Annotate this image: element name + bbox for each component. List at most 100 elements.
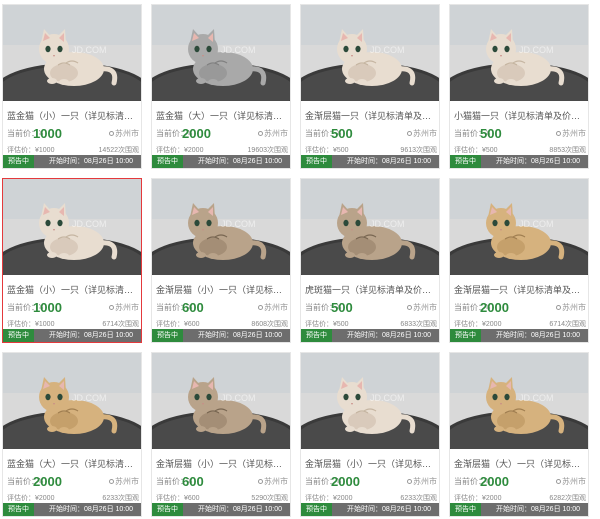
product-image[interactable]: JD.COM: [450, 5, 588, 101]
product-title[interactable]: 金渐层猫（小）一只（详见标清单及价格说明）: [156, 457, 288, 470]
product-image[interactable]: JD.COM: [450, 179, 588, 275]
status-bar: 预告中 开始时间：08月26日 10:00: [3, 503, 141, 516]
start-time: 开始时间：08月26日 10:00: [496, 332, 581, 339]
current-price: 500: [331, 126, 353, 141]
product-image[interactable]: JD.COM: [450, 353, 588, 449]
status-bar: 预告中 开始时间：08月26日 10:00: [3, 329, 141, 342]
view-count: 6714次围观: [549, 321, 586, 328]
product-card[interactable]: JD.COM 金渐层猫（小）一只（详见标清单及价格说明） 当前价：¥ 600 苏…: [151, 178, 291, 343]
product-title[interactable]: 蓝金猫（小）一只（详见标清单及价格说明）: [7, 109, 139, 122]
meta-row: 评估价：¥500 9613次围观: [305, 145, 437, 155]
status-badge: 预告中: [3, 503, 34, 516]
view-count: 8608次围观: [251, 321, 288, 328]
product-title[interactable]: 蓝金猫（小）一只（详见标清单及价格说明）: [7, 283, 139, 296]
location-text: 苏州市: [115, 129, 139, 138]
svg-text:JD.COM: JD.COM: [221, 219, 256, 229]
start-time: 开始时间：08月26日 10:00: [347, 332, 432, 339]
product-card[interactable]: JD.COM 小猫猫一只（详见标清单及价格说明） 当前价：¥ 500 苏州市 评…: [449, 4, 589, 169]
product-title[interactable]: 金渐层猫一只（详见标清单及价格说明）: [305, 109, 437, 122]
product-card[interactable]: JD.COM 金渐层猫一只（详见标清单及价格说明） 当前价：¥ 2000 苏州市…: [449, 178, 589, 343]
cat-photo: JD.COM: [301, 179, 439, 275]
price-row: 当前价：¥ 2000 苏州市: [454, 297, 586, 315]
location-text: 苏州市: [115, 303, 139, 312]
start-time: 开始时间：08月26日 10:00: [198, 158, 283, 165]
product-title[interactable]: 虎斑猫一只（详见标清单及价格说明）: [305, 283, 437, 296]
cat-photo: JD.COM: [450, 5, 588, 101]
view-count: 6233次围观: [400, 495, 437, 502]
cat-photo: JD.COM: [301, 5, 439, 101]
current-price: 1000: [33, 300, 62, 315]
svg-text:JD.COM: JD.COM: [221, 45, 256, 55]
cat-photo: JD.COM: [3, 353, 141, 449]
product-title[interactable]: 蓝金猫（大）一只（详见标清单及价格说明）: [7, 457, 139, 470]
price-row: 当前价：¥ 600 苏州市: [156, 471, 288, 489]
location-pin-icon: [556, 305, 561, 310]
current-price: 600: [182, 474, 204, 489]
view-count: 6233次围观: [102, 495, 139, 502]
price-row: 当前价：¥ 2000 苏州市: [156, 123, 288, 141]
product-title[interactable]: 金渐层猫（小）一只（详见标清单及价格说明）: [156, 283, 288, 296]
cat-photo: JD.COM: [152, 5, 290, 101]
product-grid: JD.COM 蓝金猫（小）一只（详见标清单及价格说明） 当前价：¥ 1000 苏…: [0, 0, 600, 519]
current-price: 2000: [182, 126, 211, 141]
product-title[interactable]: 小猫猫一只（详见标清单及价格说明）: [454, 109, 586, 122]
location-text: 苏州市: [264, 303, 288, 312]
status-bar: 预告中 开始时间：08月26日 10:00: [450, 329, 588, 342]
product-image[interactable]: JD.COM: [152, 5, 290, 101]
product-image[interactable]: JD.COM: [301, 5, 439, 101]
start-time: 开始时间：08月26日 10:00: [49, 506, 134, 513]
product-card[interactable]: JD.COM 虎斑猫一只（详见标清单及价格说明） 当前价：¥ 500 苏州市 评…: [300, 178, 440, 343]
product-card[interactable]: JD.COM 蓝金猫（小）一只（详见标清单及价格说明） 当前价：¥ 1000 苏…: [2, 4, 142, 169]
cat-photo: JD.COM: [301, 353, 439, 449]
estimate-price: 评估价：¥2000: [156, 147, 204, 154]
product-card[interactable]: JD.COM 金渐层猫（大）一只（详见标清单及价格说明） 当前价：¥ 2000 …: [449, 352, 589, 517]
location-text: 苏州市: [115, 477, 139, 486]
product-card[interactable]: JD.COM 蓝金猫（小）一只（详见标清单及价格说明） 当前价：¥ 1000 苏…: [2, 178, 142, 343]
meta-row: 评估价：¥1000 14522次围观: [7, 145, 139, 155]
start-time: 开始时间：08月26日 10:00: [198, 332, 283, 339]
start-time: 开始时间：08月26日 10:00: [496, 506, 581, 513]
location-pin-icon: [407, 479, 412, 484]
location-pin-icon: [109, 305, 114, 310]
product-title[interactable]: 金渐层猫（小）一只（详见标清单及价格说明）: [305, 457, 437, 470]
estimate-price: 评估价：¥600: [156, 321, 200, 328]
status-badge: 预告中: [301, 329, 332, 342]
product-image[interactable]: JD.COM: [3, 179, 141, 275]
product-card[interactable]: JD.COM 金渐层猫（小）一只（详见标清单及价格说明） 当前价：¥ 2000 …: [300, 352, 440, 517]
current-price: 2000: [33, 474, 62, 489]
product-title[interactable]: 金渐层猫一只（详见标清单及价格说明）: [454, 283, 586, 296]
product-title[interactable]: 金渐层猫（大）一只（详见标清单及价格说明）: [454, 457, 586, 470]
estimate-price: 评估价：¥500: [305, 321, 349, 328]
product-image[interactable]: JD.COM: [152, 179, 290, 275]
location: 苏州市: [556, 302, 586, 313]
status-bar: 预告中 开始时间：08月26日 10:00: [152, 155, 290, 168]
meta-row: 评估价：¥2000 6714次围观: [454, 319, 586, 329]
location-text: 苏州市: [413, 477, 437, 486]
location: 苏州市: [109, 302, 139, 313]
product-image[interactable]: JD.COM: [3, 5, 141, 101]
meta-row: 评估价：¥600 5290次围观: [156, 493, 288, 503]
status-bar: 预告中 开始时间：08月26日 10:00: [301, 503, 439, 516]
status-badge: 预告中: [450, 503, 481, 516]
location: 苏州市: [258, 302, 288, 313]
view-count: 9613次围观: [400, 147, 437, 154]
product-title[interactable]: 蓝金猫（大）一只（详见标清单及价格说明）: [156, 109, 288, 122]
product-image[interactable]: JD.COM: [301, 179, 439, 275]
product-card[interactable]: JD.COM 蓝金猫（大）一只（详见标清单及价格说明） 当前价：¥ 2000 苏…: [2, 352, 142, 517]
estimate-price: 评估价：¥500: [305, 147, 349, 154]
location-text: 苏州市: [264, 129, 288, 138]
product-image[interactable]: JD.COM: [3, 353, 141, 449]
product-card[interactable]: JD.COM 蓝金猫（大）一只（详见标清单及价格说明） 当前价：¥ 2000 苏…: [151, 4, 291, 169]
product-image[interactable]: JD.COM: [152, 353, 290, 449]
location: 苏州市: [109, 476, 139, 487]
product-card[interactable]: JD.COM 金渐层猫（小）一只（详见标清单及价格说明） 当前价：¥ 600 苏…: [151, 352, 291, 517]
current-price: 600: [182, 300, 204, 315]
product-image[interactable]: JD.COM: [301, 353, 439, 449]
estimate-price: 评估价：¥2000: [7, 495, 55, 502]
view-count: 6833次围观: [400, 321, 437, 328]
meta-row: 评估价：¥2000 6233次围观: [305, 493, 437, 503]
location-pin-icon: [109, 479, 114, 484]
view-count: 6282次围观: [549, 495, 586, 502]
view-count: 14522次围观: [98, 147, 139, 154]
product-card[interactable]: JD.COM 金渐层猫一只（详见标清单及价格说明） 当前价：¥ 500 苏州市 …: [300, 4, 440, 169]
